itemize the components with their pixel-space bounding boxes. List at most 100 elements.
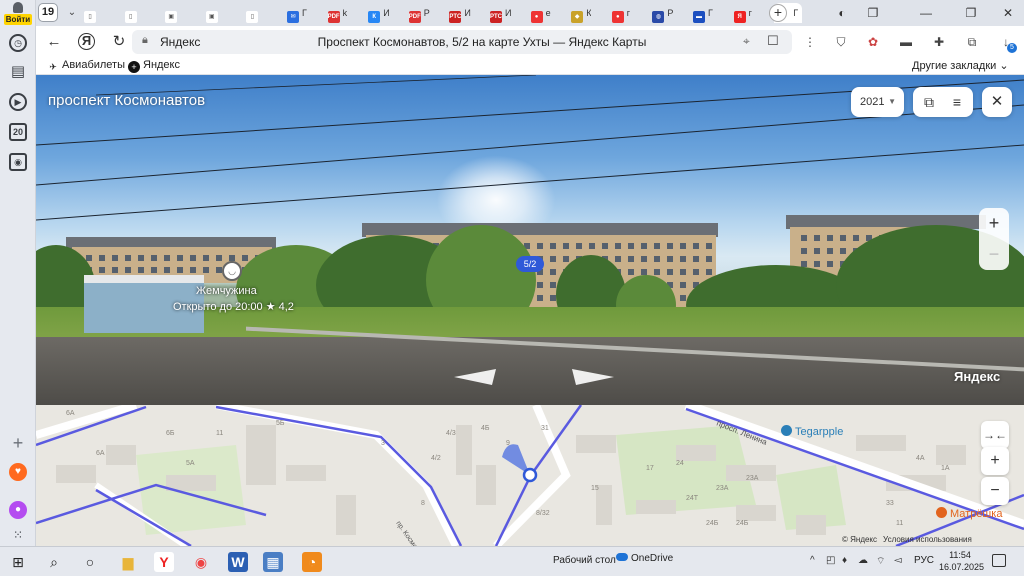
- street-panorama[interactable]: проспект Космонавтов 2021 ▼ ⧉ ≡ ✕ + − ◡ Ж…: [36, 75, 1024, 405]
- yandex-browser-icon[interactable]: Y: [154, 552, 174, 572]
- calculator-icon[interactable]: ▦: [263, 552, 283, 572]
- zoom-out-button[interactable]: −: [979, 239, 1009, 270]
- tab-counter[interactable]: 19: [38, 3, 58, 22]
- shop-basket-icon[interactable]: ◡: [222, 261, 242, 281]
- map-zoom-in-button[interactable]: +: [981, 447, 1009, 475]
- close-window-button[interactable]: ✕: [998, 4, 1018, 22]
- collections-icon[interactable]: ▤: [9, 63, 27, 81]
- alice-assistant-icon[interactable]: ●: [9, 501, 27, 519]
- open-external-icon[interactable]: ⧉: [920, 93, 938, 111]
- history-icon[interactable]: ◷: [9, 34, 27, 52]
- house-number-label: 6А: [96, 450, 105, 457]
- chrome-icon[interactable]: ◉: [191, 552, 211, 572]
- task-view-icon[interactable]: ○: [80, 552, 100, 572]
- tab[interactable]: ● е: [530, 3, 551, 23]
- reader-icon[interactable]: ⧉: [964, 34, 980, 50]
- mini-map[interactable]: 6А 6Б 5Б 4/3 4Б 4/2 6А 5А 3 11 8 9 15 17 24 23А 8/32 24Т 2…: [36, 405, 1024, 546]
- tab-strip: 19 ⌄ ▯ ▯ ▣ ▣ ▯ ✉ Г PDF k К И PDF Р РТС И РТС И ● е ◆ К ● г ◍ Р ▬ Г…: [36, 0, 1024, 26]
- yandex-logo-icon[interactable]: Я: [78, 33, 95, 50]
- clock[interactable]: 11:54 16.07.2025: [939, 549, 985, 573]
- menu-lines-icon[interactable]: ≡: [948, 93, 966, 111]
- bookmark-icon[interactable]: ☐: [767, 33, 779, 49]
- tab[interactable]: ✉ Г: [287, 3, 307, 23]
- tab[interactable]: РТС И: [449, 3, 471, 23]
- tab[interactable]: Яг: [733, 3, 752, 23]
- back-arrow-icon[interactable]: ←: [45, 33, 63, 51]
- add-panel-icon[interactable]: +: [9, 434, 27, 452]
- location-pin-icon[interactable]: ⌖: [743, 34, 750, 49]
- menu-dots-icon[interactable]: ⋮: [802, 34, 818, 50]
- word-icon[interactable]: W: [228, 552, 248, 572]
- windows-start-icon[interactable]: ⊞: [8, 552, 28, 572]
- tab[interactable]: ▣: [165, 3, 180, 23]
- wifi-icon[interactable]: ⌔: [876, 555, 885, 568]
- downloads-icon[interactable]: ↓ 5: [998, 34, 1017, 53]
- music-icon[interactable]: ♥: [9, 463, 27, 481]
- bookmark-yandex[interactable]: + Яндекс: [128, 59, 180, 73]
- tab[interactable]: ▬ Г: [693, 3, 713, 23]
- app-icon[interactable]: ◔: [302, 552, 322, 572]
- poi-tegarpple[interactable]: Tegarpple: [781, 425, 843, 438]
- onedrive-tray-icon[interactable]: ☁: [858, 555, 868, 566]
- tab[interactable]: ◍ Р: [652, 3, 673, 23]
- tab-collections-icon[interactable]: ❐: [863, 4, 883, 22]
- apps-grid-icon[interactable]: ⁙: [9, 526, 27, 544]
- poi-matreshka[interactable]: Матрёшка: [936, 507, 1002, 520]
- close-panorama-button[interactable]: ✕: [982, 87, 1012, 117]
- tab[interactable]: ● г: [611, 3, 630, 23]
- map-zoom-out-button[interactable]: −: [981, 477, 1009, 505]
- tab-list-chevron-icon[interactable]: ⌄: [62, 4, 82, 22]
- tab[interactable]: ◆ К: [571, 3, 591, 23]
- copyright-text: © Яндекс: [842, 535, 878, 544]
- tab[interactable]: КИ: [368, 3, 390, 23]
- video-icon[interactable]: ▶: [9, 93, 27, 111]
- tab[interactable]: ▯: [246, 3, 261, 23]
- address-bar[interactable]: 🔒︎ Яндекс Проспект Космонавтов, 5/2 на к…: [132, 30, 792, 54]
- volume-icon[interactable]: ◅: [894, 555, 902, 566]
- shop-icon: [936, 507, 947, 518]
- clock-date: 16.07.2025: [939, 562, 985, 572]
- tab-label: Г: [302, 8, 307, 18]
- desktop-label[interactable]: Рабочий стол: [553, 555, 616, 566]
- nav-arrow-left-icon[interactable]: [454, 369, 496, 385]
- map-canvas[interactable]: 6А 6Б 5Б 4/3 4Б 4/2 6А 5А 3 11 8 9 15 17 24 23А 8/32 24Т 2…: [36, 405, 1024, 546]
- notifications-icon[interactable]: [992, 554, 1006, 567]
- house-number-badge[interactable]: 5/2: [516, 256, 544, 272]
- extension-bar-icon[interactable]: ▬: [898, 34, 914, 50]
- screenshot-icon[interactable]: ◉: [9, 153, 27, 171]
- other-bookmarks[interactable]: Другие закладки ⌄: [912, 59, 1009, 72]
- bookmark-aviabilety[interactable]: ✈ Авиабилеты: [47, 59, 125, 73]
- zoom-in-button[interactable]: +: [979, 208, 1009, 239]
- tab[interactable]: ▯: [84, 3, 99, 23]
- tab[interactable]: ▣: [205, 3, 221, 23]
- collapse-map-button[interactable]: →←: [981, 421, 1009, 449]
- tray-app-icon[interactable]: ◰: [826, 555, 835, 566]
- counter-box-icon[interactable]: 20: [9, 123, 27, 141]
- terms-link[interactable]: Условия использования: [883, 535, 972, 544]
- file-explorer-icon[interactable]: ▆: [118, 552, 138, 572]
- house-number-label: 6Б: [166, 430, 175, 437]
- tray-chevron-icon[interactable]: ^: [810, 555, 815, 566]
- tab[interactable]: PDF Р: [408, 3, 430, 23]
- adblock-shield-icon[interactable]: ⛉: [833, 34, 849, 50]
- microphone-icon[interactable]: ♦: [842, 555, 847, 566]
- extensions-puzzle-icon[interactable]: ✚: [931, 34, 947, 50]
- tab[interactable]: РТС И: [490, 3, 511, 23]
- nav-arrow-right-icon[interactable]: [572, 369, 614, 385]
- onedrive-toolbar[interactable]: OneDrive: [616, 553, 673, 564]
- minimize-button[interactable]: —: [916, 4, 936, 22]
- tab-search-icon[interactable]: ◐: [832, 4, 852, 22]
- poi-name[interactable]: Жемчужина: [196, 285, 257, 297]
- tab[interactable]: PDF k: [327, 3, 347, 23]
- extension-icon[interactable]: ✿: [865, 34, 881, 50]
- new-tab-button[interactable]: +: [769, 4, 787, 22]
- year-select[interactable]: 2021 ▼: [851, 87, 904, 117]
- language-indicator[interactable]: РУС: [914, 555, 934, 566]
- page-icon: ▯: [84, 11, 96, 23]
- tab[interactable]: ▯: [124, 3, 140, 23]
- house-number-label: 23А: [746, 475, 759, 482]
- search-icon[interactable]: ⌕: [44, 552, 64, 572]
- reload-icon[interactable]: ↻: [110, 33, 128, 51]
- login-button[interactable]: Войти: [4, 2, 32, 25]
- restore-button[interactable]: ❐: [961, 4, 981, 22]
